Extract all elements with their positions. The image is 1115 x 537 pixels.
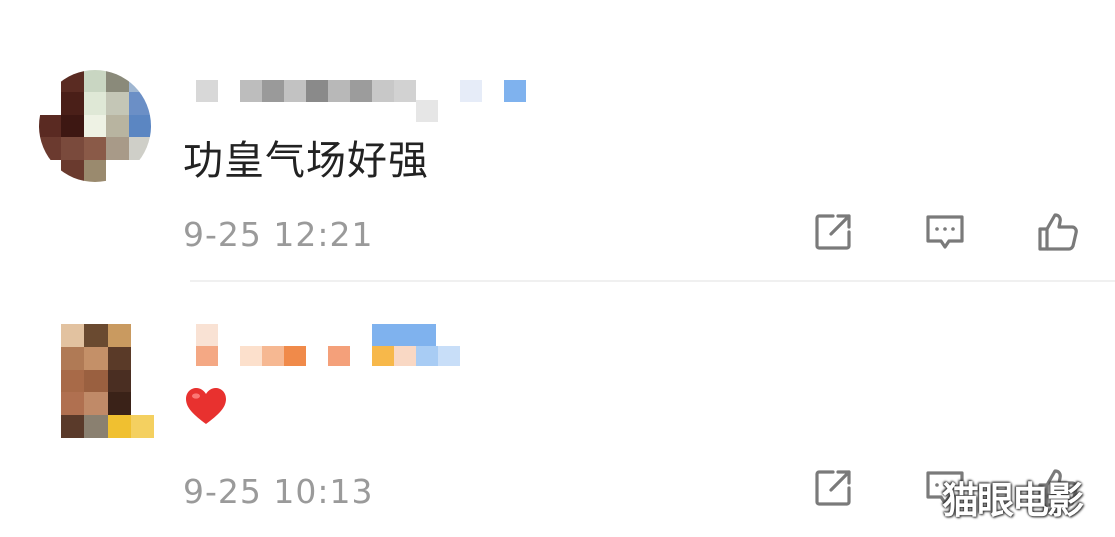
watermark: 猫眼电影: [942, 479, 1084, 522]
username-redacted-row: [196, 346, 460, 372]
thumbs-up-icon: [1038, 213, 1078, 251]
share-icon: [815, 214, 851, 250]
avatar[interactable]: [39, 70, 151, 182]
share-button[interactable]: [811, 210, 855, 254]
reply-button[interactable]: [923, 210, 967, 254]
comment-text: 功皇气场好强: [183, 138, 429, 184]
comment-list: 功皇气场好强 9-25 12:21 9-25 10:13 猫眼电影: [0, 0, 1115, 537]
heart-emoji: [186, 388, 226, 424]
comment-icon: [926, 215, 964, 249]
like-button[interactable]: [1036, 210, 1080, 254]
comment-timestamp: 9-25 12:21: [183, 215, 374, 254]
username-redacted[interactable]: [196, 80, 526, 122]
comment-timestamp: 9-25 10:13: [183, 472, 374, 511]
avatar[interactable]: [38, 324, 154, 438]
share-button[interactable]: [811, 466, 855, 510]
comment-item: 功皇气场好强 9-25 12:21: [0, 0, 1115, 282]
share-icon: [815, 470, 851, 506]
